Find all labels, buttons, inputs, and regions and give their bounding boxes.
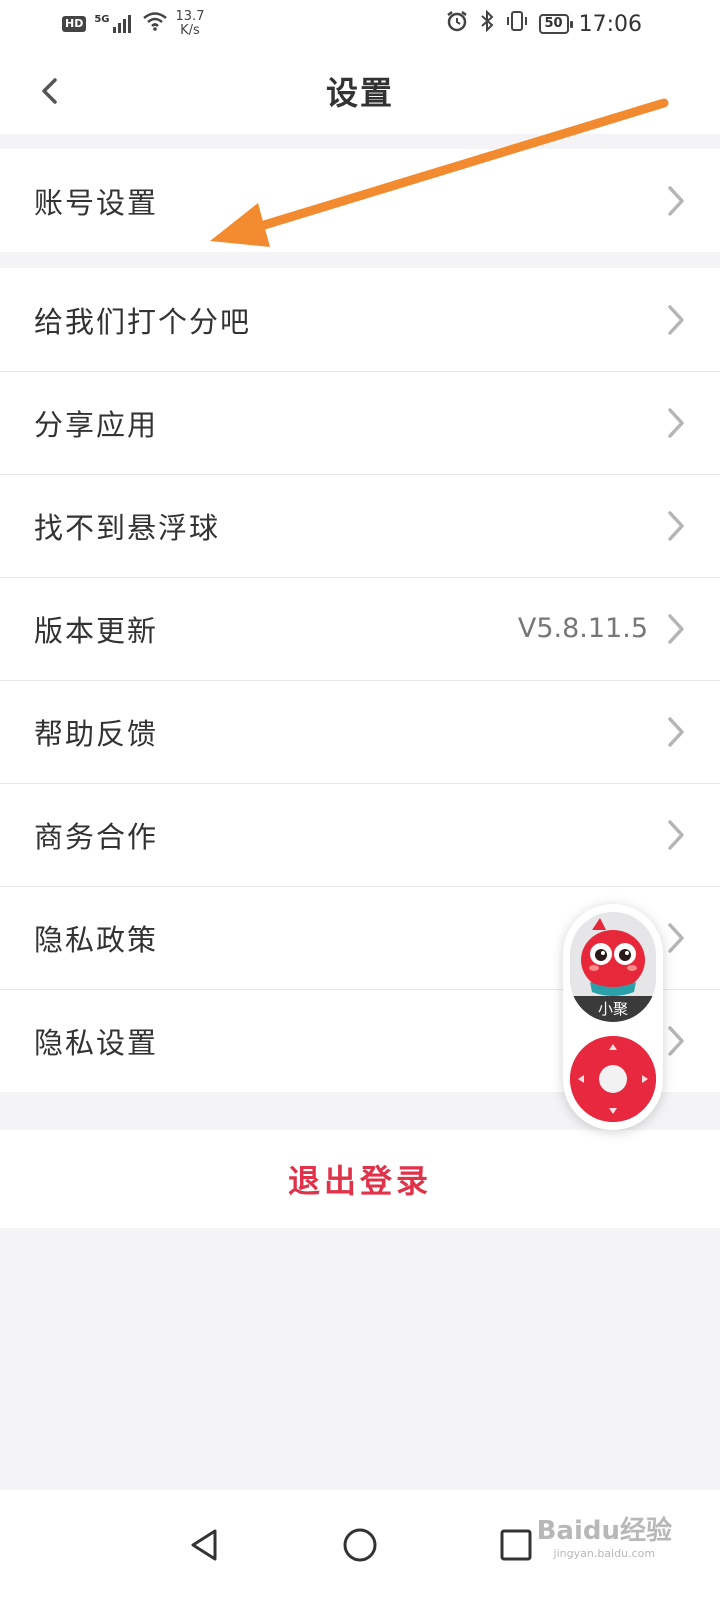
status-left: HD 5G 13.7 K/s [62,10,204,38]
status-bar: HD 5G 13.7 K/s 50 17:06 [0,0,720,48]
row-label: 分享应用 [34,407,159,442]
net-speed-value: 13.7 [175,9,205,24]
row-label: 隐私设置 [34,1025,159,1060]
net-speed-unit: K/s [180,23,200,38]
chevron-right-icon [668,1025,684,1056]
joystick-control[interactable] [570,1036,656,1122]
avatar-name: 小聚 [570,996,656,1022]
row-rate-us[interactable]: 给我们打个分吧 [0,268,720,371]
nav-back-button[interactable] [180,1521,228,1569]
chevron-right-icon [668,716,684,747]
net-type-label: 5G [94,14,110,25]
watermark-main: Baidu经验 [536,1516,672,1546]
chevron-right-icon [668,510,684,541]
row-label: 给我们打个分吧 [34,304,252,339]
row-label: 商务合作 [34,819,159,854]
bluetooth-icon [479,9,495,38]
row-label: 账号设置 [34,185,159,220]
dpad-icon [570,1036,656,1122]
row-label: 帮助反馈 [34,716,159,751]
back-button[interactable] [24,66,74,116]
chevron-right-icon [668,922,684,953]
row-label: 隐私政策 [34,922,159,957]
battery-indicator: 50 [538,14,573,34]
chevron-right-icon [668,819,684,850]
signal-icon: 5G [94,14,133,34]
back-chevron-icon [42,78,57,104]
vibrate-icon [505,10,529,38]
status-right: 50 17:06 [445,9,642,38]
row-account-settings[interactable]: 账号设置 [0,149,720,252]
watermark-sub: jingyan.baidu.com [553,1547,656,1560]
row-label: 版本更新 [34,613,159,648]
row-version-update[interactable]: 版本更新 V5.8.11.5 [0,577,720,680]
page-title: 设置 [325,74,394,112]
circle-home-icon [343,1528,377,1562]
row-business-cooperation[interactable]: 商务合作 [0,783,720,886]
net-speed: 13.7 K/s [176,10,205,38]
clock: 17:06 [578,11,642,37]
mascot-avatar[interactable]: 小聚 [570,912,656,1022]
logout-label: 退出登录 [287,1162,432,1200]
alarm-icon [445,10,469,38]
square-recents-icon [500,1529,532,1561]
row-find-float-ball[interactable]: 找不到悬浮球 [0,474,720,577]
chevron-right-icon [668,613,684,644]
version-value: V5.8.11.5 [517,613,648,644]
chevron-right-icon [668,185,684,216]
wifi-icon [142,11,168,37]
row-help-feedback[interactable]: 帮助反馈 [0,680,720,783]
row-label: 找不到悬浮球 [34,510,221,545]
nav-bar: 设置 [0,48,720,134]
float-ball: 小聚 [563,904,663,1130]
account-section: 账号设置 [0,149,720,252]
triangle-back-icon [191,1529,217,1561]
chevron-right-icon [668,407,684,438]
nav-recents-button[interactable] [492,1521,540,1569]
hd-badge: HD [62,16,87,32]
chevron-right-icon [668,304,684,335]
nav-home-button[interactable] [336,1521,384,1569]
logout-button[interactable]: 退出登录 [0,1130,720,1228]
watermark: Baidu经验 jingyan.baidu.com [537,1510,672,1560]
row-share-app[interactable]: 分享应用 [0,371,720,474]
